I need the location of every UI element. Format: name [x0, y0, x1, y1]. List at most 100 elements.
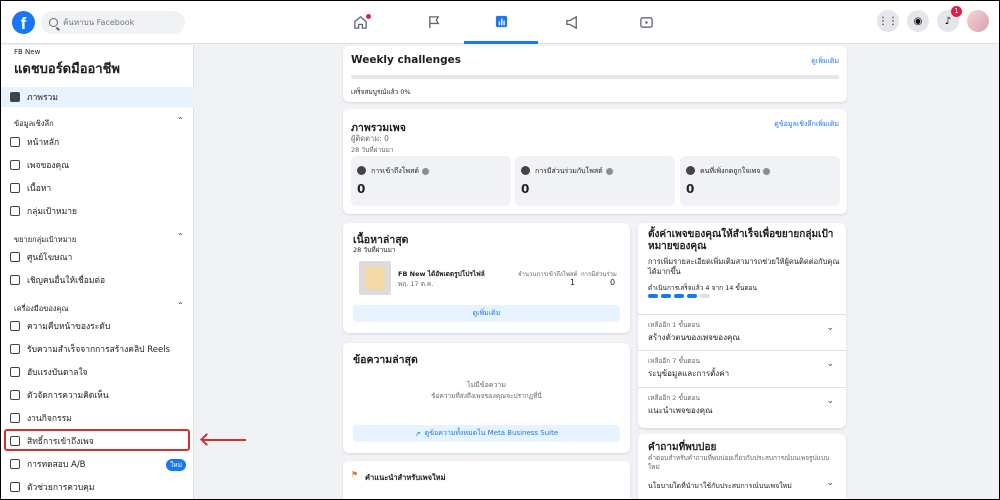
info-icon[interactable] [763, 167, 771, 175]
faq-title: คำถามที่พบบ่อย [648, 442, 717, 453]
app-frame: f ⋮⋮ ◉ ♪ [0, 0, 1000, 500]
sidebar-item-content[interactable]: เนื้อหา [1, 178, 194, 198]
globe-icon [357, 166, 366, 175]
sidebar-item-ads-center[interactable]: ศูนย์โฆษณา [1, 247, 194, 267]
notifications-button[interactable]: ♪ 1 [937, 6, 962, 32]
setup-title: ตั้งค่าเพจของคุณให้สำเร็จเพื่อขยายกลุ่มเ… [648, 229, 834, 252]
flag-tab[interactable] [397, 1, 471, 44]
progress-segment [700, 294, 710, 298]
new-badge: ใหม่ [166, 459, 186, 471]
setup-step-promote[interactable]: เหลืออีก 2 ขั้นตอน แนะนำเพจของคุณ ⌄ [638, 387, 846, 423]
post-title[interactable]: FB New ได้อัพเดตรูปโปรไฟล์ [398, 269, 485, 279]
grid-menu-icon: ⋮⋮ [878, 15, 898, 27]
info-icon[interactable] [421, 167, 429, 175]
progress-segment [674, 294, 684, 298]
tips-title: คำแนะนำสำหรับเพจใหม่ [365, 473, 446, 482]
sidebar-item-label: หน้าหลัก [27, 138, 60, 148]
engagement-value: 0 [610, 278, 616, 287]
sidebar-item-progress[interactable]: ความคืบหน้าของระดับ [1, 316, 194, 336]
sidebar-item-invite[interactable]: เชิญคนอื่นให้เชื่อมต่อ [1, 270, 194, 290]
weekly-challenges-card: Weekly challenges ดูเพิ่มเติม เสร็จสมบูร… [343, 46, 847, 102]
search-input[interactable] [63, 18, 173, 27]
step-title: สร้างตัวตนของเพจของคุณ [648, 333, 740, 342]
sidebar-item-events[interactable]: งานกิจกรรม [1, 408, 194, 428]
post-date: พฤ. 17 ต.ค. [398, 280, 434, 288]
see-more-content-button[interactable]: ดูเพิ่มเติม [353, 305, 620, 322]
rocket-icon [10, 321, 20, 331]
comment-icon [10, 390, 20, 400]
setup-step-identity[interactable]: เหลืออีก 1 ขั้นตอน สร้างตัวตนของเพจของคุ… [638, 314, 846, 350]
flask-icon [10, 459, 20, 469]
messenger-button[interactable]: ◉ [907, 10, 929, 32]
video-icon [639, 17, 653, 28]
profile-avatar[interactable] [967, 10, 989, 32]
weekly-see-more-link[interactable]: ดูเพิ่มเติม [811, 56, 839, 67]
home-tab[interactable] [323, 1, 397, 44]
progress-segment [648, 294, 658, 298]
chevron-up-icon[interactable]: ⌃ [177, 116, 184, 125]
sidebar-item-moderation[interactable]: ตัวช่วยการควบคุม [1, 477, 194, 497]
chevron-down-icon: ⌄ [826, 396, 834, 406]
flag-icon [428, 16, 439, 29]
no-messages-text: ไม่มีข้อความ [467, 381, 506, 389]
faq-question[interactable]: นโยบายใดที่นำมาใช้กับประสบการณ์บนเพจใหม่ [648, 481, 792, 492]
chevron-down-icon[interactable]: ⌄ [826, 478, 834, 488]
setup-desc: การเพิ่มรายละเอียดเพิ่มเติมสามารถช่วยให้… [648, 257, 840, 276]
stat-post-reach: การเข้าถึงโพสต์ 0 [351, 156, 511, 206]
weekly-status: เสร็จสมบูรณ์แล้ว 0% [351, 88, 411, 96]
step-remaining: เหลืออีก 1 ขั้นตอน [648, 321, 700, 329]
sidebar-item-inspiration[interactable]: ฮับแรงบันดาลใจ [1, 362, 194, 382]
sidebar-item-label: รับความสำเร็จจากการสร้างคลิป Reels [27, 345, 171, 355]
flag-icon: ⚑ [351, 470, 359, 479]
thumbs-up-icon [686, 166, 695, 175]
home-icon [10, 137, 20, 147]
audience-icon [10, 206, 20, 216]
latest-content-period: 28 วันที่ผ่านมา [353, 246, 396, 254]
sidebar-item-overview[interactable]: ภาพรวม [1, 87, 194, 107]
stat-post-engagement: การมีส่วนร่วมกับโพสต์ 0 [515, 156, 675, 206]
setup-step-info[interactable]: เหลืออีก 7 ขั้นตอน ระบุข้อมูลและการตั้งค… [638, 350, 846, 386]
section-insights-header: ข้อมูลเชิงลึก [14, 119, 54, 128]
megaphone-icon [10, 252, 20, 262]
sidebar-item-ab-test[interactable]: การทดสอบ A/B ใหม่ [1, 454, 194, 474]
account-controls: ⋮⋮ ◉ ♪ 1 [877, 6, 989, 32]
chevron-up-icon[interactable]: ⌃ [177, 301, 184, 310]
reach-column-header: จำนวนการเข้าถึงโพสต์ [518, 271, 578, 278]
new-page-tips-card: ⚑ คำแนะนำสำหรับเพจใหม่ [343, 461, 630, 499]
page-name: FB New [14, 48, 41, 56]
sidebar-item-audience[interactable]: กลุ่มเป้าหมาย [1, 201, 194, 221]
overview-period: 28 วันที่ผ่านมา [351, 146, 394, 154]
info-icon[interactable] [605, 167, 613, 175]
sidebar-item-your-page[interactable]: เพจของคุณ [1, 155, 194, 175]
video-tab[interactable] [609, 1, 683, 44]
ads-tab[interactable] [535, 1, 609, 44]
stat-value: 0 [686, 182, 695, 196]
top-navigation-bar: f ⋮⋮ ◉ ♪ [1, 1, 999, 44]
messenger-icon: ◉ [913, 15, 923, 27]
weekly-title: Weekly challenges [351, 54, 461, 66]
sidebar-item-reels[interactable]: รับความสำเร็จจากการสร้างคลิป Reels [1, 339, 194, 359]
search-bar[interactable] [41, 11, 185, 34]
facebook-logo[interactable]: f [12, 11, 35, 34]
step-title: ระบุข้อมูลและการตั้งค่า [648, 369, 730, 378]
overview-more-insights-link[interactable]: ดูข้อมูลเชิงลึกเพิ่มเติม [774, 119, 839, 130]
sidebar-item-label: งานกิจกรรม [27, 414, 72, 424]
highlight-annotation-box [4, 429, 190, 451]
post-thumbnail[interactable] [359, 261, 391, 295]
trend-icon [10, 160, 20, 170]
chevron-up-icon[interactable]: ⌃ [177, 232, 184, 241]
sidebar-item-home[interactable]: หน้าหลัก [1, 132, 194, 152]
sidebar-item-comments[interactable]: ตัวจัดการความคิดเห็น [1, 385, 194, 405]
dashboard-tab[interactable] [464, 1, 538, 44]
annotation-arrow-icon [202, 439, 246, 441]
messages-title: ข้อความล่าสุด [353, 354, 418, 366]
stat-value: 0 [357, 182, 366, 196]
content-icon [10, 183, 20, 193]
notification-dot [366, 14, 371, 19]
sidebar-item-label: ตัวจัดการความคิดเห็น [27, 391, 109, 401]
sidebar-item-label: เชิญคนอื่นให้เชื่อมต่อ [27, 276, 106, 286]
dashboard-icon [495, 15, 507, 27]
menu-button[interactable]: ⋮⋮ [877, 10, 899, 32]
view-all-messages-button[interactable]: ↗ ดูข้อความทั้งหมดใน Meta Business Suite [353, 425, 620, 442]
sidebar-item-label: เนื้อหา [27, 184, 52, 194]
